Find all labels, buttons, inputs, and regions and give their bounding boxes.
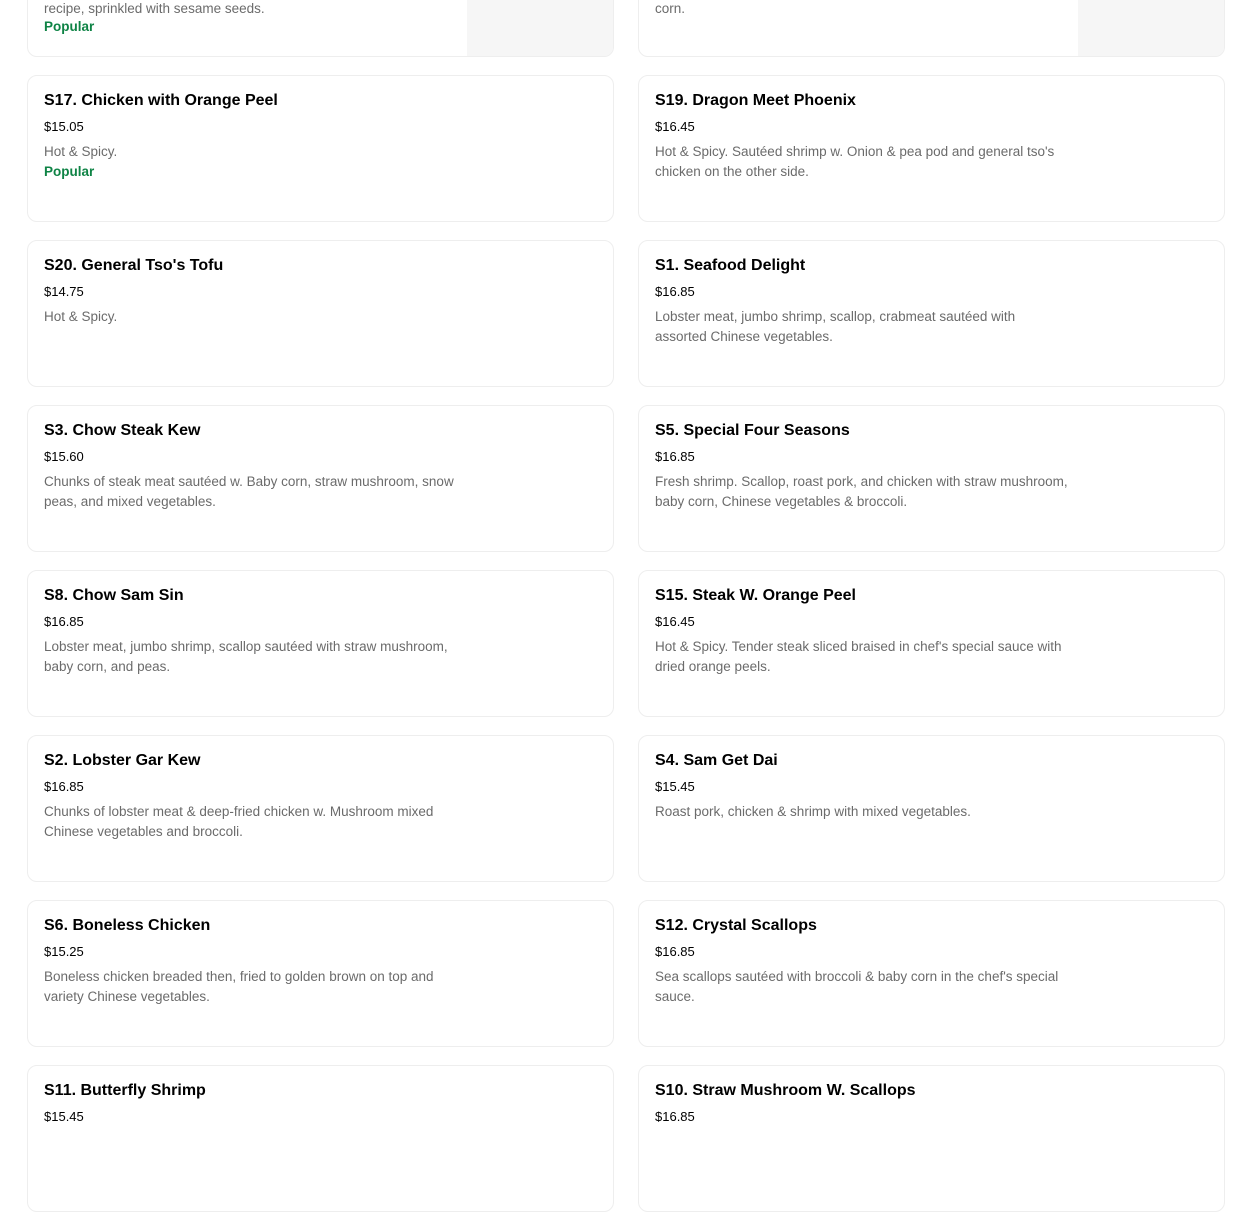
menu-item-card[interactable]: S10. Straw Mushroom W. Scallops $16.85 <box>638 1065 1225 1212</box>
item-name: S10. Straw Mushroom W. Scallops <box>655 1082 916 1099</box>
item-image-placeholder <box>1078 0 1224 56</box>
item-price: $16.85 <box>44 614 84 629</box>
menu-item-card[interactable]: S4. Sam Get Dai $15.45 Roast pork, chick… <box>638 735 1225 882</box>
menu-item-card[interactable]: S20. General Tso's Tofu $14.75 Hot & Spi… <box>27 240 614 387</box>
item-description: Chunks of lobster meat & deep-fried chic… <box>44 804 434 839</box>
item-description: Chunks of steak meat sautéed w. Baby cor… <box>44 474 454 509</box>
item-price: $16.85 <box>655 944 695 959</box>
item-description: recipe, sprinkled with sesame seeds. <box>44 1 265 16</box>
item-price: $16.45 <box>655 614 695 629</box>
item-description: Roast pork, chicken & shrimp with mixed … <box>655 804 971 819</box>
menu-item-card[interactable]: S17. Chicken with Orange Peel $15.05 Hot… <box>27 75 614 222</box>
item-description: Hot & Spicy. Sautéed shrimp w. Onion & p… <box>655 144 1055 179</box>
menu-item-card[interactable]: recipe, sprinkled with sesame seeds. Pop… <box>27 0 614 57</box>
menu-item-card[interactable]: S11. Butterfly Shrimp $15.45 <box>27 1065 614 1212</box>
popular-badge: Popular <box>44 19 95 34</box>
item-name: S3. Chow Steak Kew <box>44 422 201 439</box>
item-price: $15.60 <box>44 449 84 464</box>
item-price: $14.75 <box>44 284 84 299</box>
item-price: $15.45 <box>655 779 695 794</box>
item-price: $16.85 <box>655 1109 695 1124</box>
menu-item-card[interactable]: S8. Chow Sam Sin $16.85 Lobster meat, ju… <box>27 570 614 717</box>
item-price: $15.45 <box>44 1109 84 1124</box>
item-description: Hot & Spicy. <box>44 144 118 159</box>
item-name: S17. Chicken with Orange Peel <box>44 92 278 109</box>
item-name: S15. Steak W. Orange Peel <box>655 587 856 604</box>
menu-item-card[interactable]: S15. Steak W. Orange Peel $16.45 Hot & S… <box>638 570 1225 717</box>
popular-badge: Popular <box>44 164 95 179</box>
menu-item-card[interactable]: corn. <box>638 0 1225 57</box>
item-name: S20. General Tso's Tofu <box>44 257 224 274</box>
menu-item-card[interactable]: S19. Dragon Meet Phoenix $16.45 Hot & Sp… <box>638 75 1225 222</box>
item-name: S2. Lobster Gar Kew <box>44 752 201 769</box>
item-name: S11. Butterfly Shrimp <box>44 1082 206 1099</box>
item-name: S5. Special Four Seasons <box>655 422 850 439</box>
item-price: $16.45 <box>655 119 695 134</box>
menu-item-card[interactable]: S2. Lobster Gar Kew $16.85 Chunks of lob… <box>27 735 614 882</box>
item-description: Boneless chicken breaded then, fried to … <box>44 969 434 1004</box>
item-description: Lobster meat, jumbo shrimp, scallop, cra… <box>655 309 1016 344</box>
item-name: S8. Chow Sam Sin <box>44 587 184 604</box>
item-price: $15.25 <box>44 944 84 959</box>
item-name: S4. Sam Get Dai <box>655 752 778 769</box>
menu-item-card[interactable]: S6. Boneless Chicken $15.25 Boneless chi… <box>27 900 614 1047</box>
item-description: Fresh shrimp. Scallop, roast pork, and c… <box>655 474 1068 509</box>
item-price: $15.05 <box>44 119 84 134</box>
item-name: S1. Seafood Delight <box>655 257 806 274</box>
item-price: $16.85 <box>655 449 695 464</box>
item-price: $16.85 <box>655 284 695 299</box>
item-name: S6. Boneless Chicken <box>44 917 211 934</box>
item-name: S19. Dragon Meet Phoenix <box>655 92 856 109</box>
item-description: corn. <box>655 1 686 16</box>
menu-item-card[interactable]: S1. Seafood Delight $16.85 Lobster meat,… <box>638 240 1225 387</box>
item-name: S12. Crystal Scallops <box>655 917 817 934</box>
item-description: Hot & Spicy. <box>44 309 118 324</box>
menu-item-card[interactable]: S5. Special Four Seasons $16.85 Fresh sh… <box>638 405 1225 552</box>
item-description: Hot & Spicy. Tender steak sliced braised… <box>655 639 1062 674</box>
item-description: Lobster meat, jumbo shrimp, scallop saut… <box>44 639 448 674</box>
item-price: $16.85 <box>44 779 84 794</box>
item-description: Sea scallops sautéed with broccoli & bab… <box>655 969 1059 1004</box>
menu-item-card[interactable]: S12. Crystal Scallops $16.85 Sea scallop… <box>638 900 1225 1047</box>
item-image-placeholder <box>467 0 613 56</box>
menu-item-card[interactable]: S3. Chow Steak Kew $15.60 Chunks of stea… <box>27 405 614 552</box>
